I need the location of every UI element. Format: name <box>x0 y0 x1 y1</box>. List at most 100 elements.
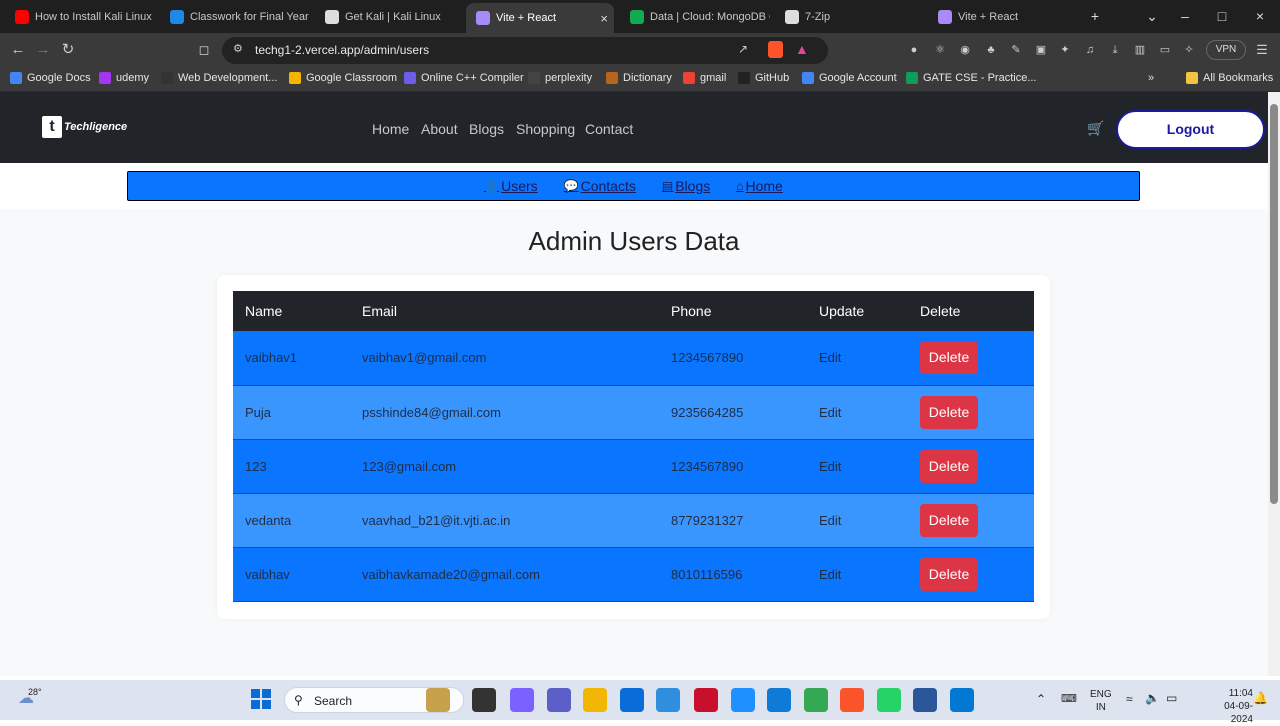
bookmark-item[interactable]: gmail <box>683 72 726 84</box>
delete-button[interactable]: Delete <box>920 503 978 537</box>
admin-nav-users[interactable]: 👤 Users <box>484 178 538 194</box>
share-icon[interactable]: ↗ <box>738 42 748 56</box>
brave-rewards-icon[interactable]: ▲ <box>795 41 809 57</box>
all-bookmarks-folder[interactable]: All Bookmarks <box>1186 72 1273 84</box>
browser-tab[interactable]: Vite + React <box>928 4 1078 29</box>
edit-link[interactable]: Edit <box>807 331 908 386</box>
wifi-icon[interactable]: ≈ <box>1126 692 1133 706</box>
site-info-icon[interactable]: ⚙ <box>233 42 243 55</box>
notification-bell-icon[interactable]: 🔔 <box>1253 691 1268 705</box>
address-bar[interactable]: ⚙ techg1-2.vercel.app/admin/users ↗ ▲ <box>222 37 828 64</box>
bookmark-item[interactable]: Google Account <box>802 72 897 84</box>
delete-button[interactable]: Delete <box>920 557 978 591</box>
file-explorer-icon[interactable] <box>583 688 607 712</box>
more-bookmarks-icon[interactable]: » <box>1148 72 1154 84</box>
bookmark-item[interactable]: Google Docs <box>10 72 91 84</box>
delete-button[interactable]: Delete <box>920 449 978 483</box>
record-icon[interactable]: ◉ <box>957 42 973 58</box>
clock[interactable]: 11:04 04-09-2024 <box>1205 687 1253 726</box>
sticky-icon[interactable] <box>731 688 755 712</box>
brave-icon[interactable] <box>840 688 864 712</box>
bookmark-item[interactable]: perplexity <box>528 72 592 84</box>
bookmark-item[interactable]: GATE CSE - Practice... <box>906 72 1037 84</box>
close-tab-icon[interactable]: × <box>600 11 608 26</box>
bookmark-item[interactable]: Dictionary <box>606 72 672 84</box>
admin-nav-home[interactable]: ⌂ Home <box>736 178 783 194</box>
mcafee-icon[interactable] <box>694 688 718 712</box>
language-indicator[interactable]: ENG IN <box>1090 688 1112 714</box>
maximize-icon[interactable]: □ <box>1212 6 1232 26</box>
mytp-icon[interactable] <box>656 688 680 712</box>
browser-tab[interactable]: Vite + React × <box>466 3 614 33</box>
bookmark-item[interactable]: udemy <box>99 72 149 84</box>
media-icon[interactable]: ♫ <box>1082 42 1098 58</box>
bookmark-item[interactable]: Online C++ Compiler <box>404 72 524 84</box>
nav-blogs[interactable]: Blogs <box>469 121 504 137</box>
wallet-icon[interactable]: ▭ <box>1157 42 1173 58</box>
admin-nav-blogs[interactable]: ▤ Blogs <box>662 178 710 194</box>
forward-icon[interactable]: → <box>33 40 53 60</box>
page-scrollbar[interactable] <box>1268 92 1280 676</box>
vscode-icon[interactable] <box>950 688 974 712</box>
sidebar-icon[interactable]: ▥ <box>1132 42 1148 58</box>
tab-search-icon[interactable]: ⌄ <box>1142 6 1162 26</box>
pen-extension-icon[interactable]: ✎ <box>1008 42 1024 58</box>
cell-phone: 8010116596 <box>659 547 807 602</box>
browser-tab[interactable]: Data | Cloud: MongoDB C <box>620 4 770 29</box>
edit-link[interactable]: Edit <box>807 493 908 548</box>
tree-extension-icon[interactable]: ♣ <box>983 42 999 58</box>
lock-extension-icon[interactable]: ▣ <box>1033 42 1049 58</box>
react-devtools-icon[interactable]: ⚛ <box>932 42 948 58</box>
admin-nav-contacts[interactable]: 💬 Contacts <box>564 178 636 194</box>
new-tab-icon[interactable]: + <box>1085 6 1105 26</box>
battery-icon[interactable]: ▭ <box>1166 691 1177 705</box>
bookmark-item[interactable]: Web Development... <box>161 72 277 84</box>
browser-tab[interactable]: Get Kali | Kali Linux <box>315 4 465 29</box>
menu-icon[interactable]: ☰ <box>1252 40 1272 60</box>
back-icon[interactable]: ← <box>8 40 28 60</box>
nav-shopping[interactable]: Shopping <box>516 121 575 137</box>
bookmark-item[interactable]: Google Classroom <box>289 72 397 84</box>
cell-name: vaibhav1 <box>233 331 350 386</box>
bookmark-item[interactable]: GitHub <box>738 72 789 84</box>
close-window-icon[interactable]: × <box>1250 6 1270 26</box>
cart-icon[interactable]: 🛒 <box>1087 120 1104 137</box>
logout-button[interactable]: Logout <box>1116 110 1265 149</box>
site-logo[interactable]: t Techligence <box>42 116 127 138</box>
edit-link[interactable]: Edit <box>807 547 908 602</box>
extension-mouse-icon[interactable]: ● <box>906 42 922 58</box>
edit-link[interactable]: Edit <box>807 439 908 494</box>
chevron-up-icon[interactable]: ⌃ <box>1036 692 1046 706</box>
brave-shields-icon[interactable] <box>768 41 783 58</box>
volume-icon[interactable]: 🔈 <box>1145 691 1160 705</box>
browser-tab[interactable]: Classwork for Final Year C <box>160 4 310 29</box>
whatsapp-icon[interactable] <box>877 688 901 712</box>
minimize-icon[interactable]: – <box>1175 6 1195 26</box>
browser-tab[interactable]: 7-Zip <box>775 4 925 29</box>
keyboard-icon[interactable]: ⌨ <box>1061 692 1077 705</box>
delete-button[interactable]: Delete <box>920 341 978 375</box>
task-view-icon[interactable] <box>472 688 496 712</box>
teams-icon[interactable] <box>547 688 571 712</box>
puzzle-icon[interactable]: ✦ <box>1057 42 1073 58</box>
delete-button[interactable]: Delete <box>920 395 978 429</box>
word-icon[interactable] <box>913 688 937 712</box>
chrome-icon[interactable] <box>804 688 828 712</box>
start-icon[interactable] <box>251 689 271 709</box>
bookmark-page-icon[interactable]: ◻ <box>194 40 214 60</box>
nav-contact[interactable]: Contact <box>585 121 633 137</box>
nav-home[interactable]: Home <box>372 121 409 137</box>
edge-icon[interactable] <box>767 688 791 712</box>
widgets-icon[interactable] <box>426 688 450 712</box>
browser-tab[interactable]: How to Install Kali Linux in <box>5 4 155 29</box>
store-icon[interactable] <box>620 688 644 712</box>
search-icon: ⚲ <box>294 693 303 707</box>
downloads-icon[interactable]: ⤓ <box>1107 42 1123 58</box>
leo-ai-icon[interactable]: ✧ <box>1181 42 1197 58</box>
vpn-button[interactable]: VPN <box>1206 40 1246 60</box>
copilot-icon[interactable] <box>510 688 534 712</box>
reload-icon[interactable]: ↻ <box>58 40 78 60</box>
scrollbar-thumb[interactable] <box>1270 104 1278 504</box>
edit-link[interactable]: Edit <box>807 385 908 440</box>
nav-about[interactable]: About <box>421 121 458 137</box>
